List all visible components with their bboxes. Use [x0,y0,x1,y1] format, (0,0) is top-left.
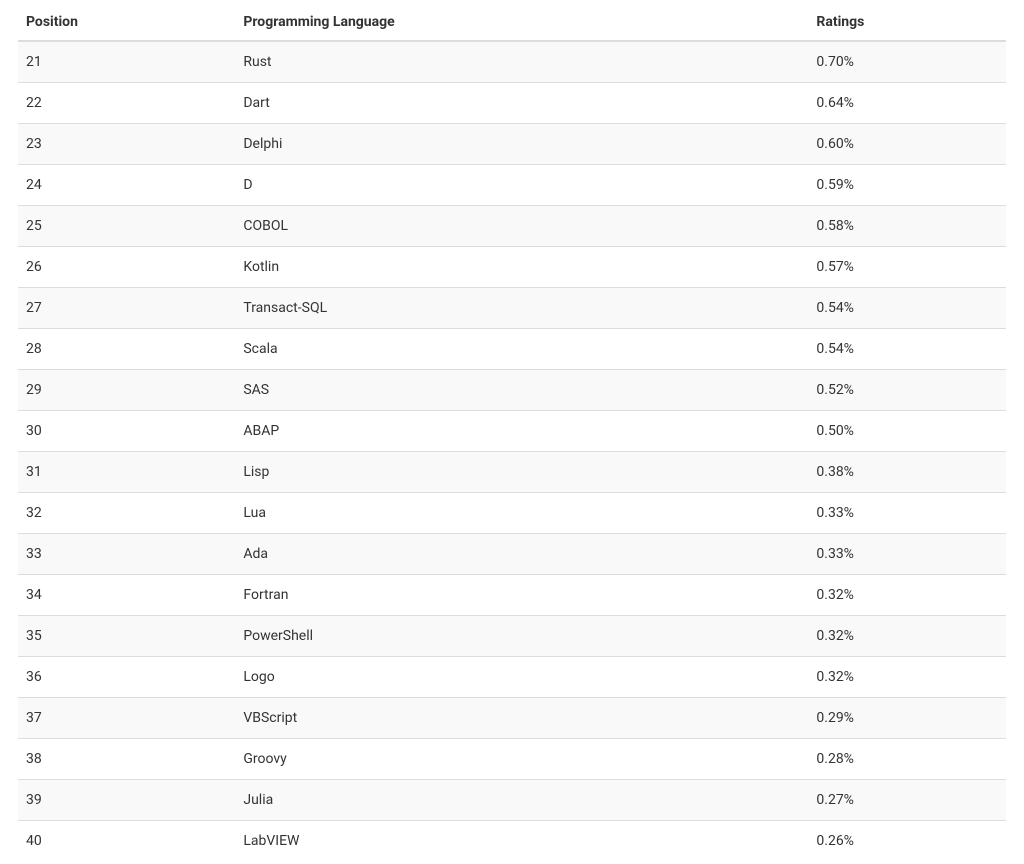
cell-language: Lisp [235,452,808,493]
cell-position: 38 [18,739,235,780]
table-row: 40LabVIEW0.26% [18,821,1006,862]
language-rankings-table-container: Position Programming Language Ratings 21… [0,0,1024,861]
cell-language: Julia [235,780,808,821]
table-row: 31Lisp0.38% [18,452,1006,493]
cell-language: PowerShell [235,616,808,657]
cell-position: 39 [18,780,235,821]
table-row: 38Groovy0.28% [18,739,1006,780]
cell-position: 30 [18,411,235,452]
cell-ratings: 0.38% [808,452,1006,493]
cell-ratings: 0.33% [808,534,1006,575]
cell-ratings: 0.59% [808,165,1006,206]
table-row: 21Rust0.70% [18,41,1006,83]
table-row: 30ABAP0.50% [18,411,1006,452]
cell-language: VBScript [235,698,808,739]
header-ratings: Ratings [808,4,1006,41]
cell-position: 28 [18,329,235,370]
cell-ratings: 0.54% [808,329,1006,370]
cell-position: 24 [18,165,235,206]
cell-language: Transact-SQL [235,288,808,329]
cell-ratings: 0.27% [808,780,1006,821]
cell-ratings: 0.33% [808,493,1006,534]
language-rankings-table: Position Programming Language Ratings 21… [18,4,1006,861]
cell-ratings: 0.57% [808,247,1006,288]
cell-position: 23 [18,124,235,165]
table-body: 21Rust0.70%22Dart0.64%23Delphi0.60%24D0.… [18,41,1006,861]
cell-ratings: 0.32% [808,616,1006,657]
cell-ratings: 0.70% [808,41,1006,83]
table-row: 36Logo0.32% [18,657,1006,698]
cell-position: 34 [18,575,235,616]
table-row: 32Lua0.33% [18,493,1006,534]
cell-ratings: 0.50% [808,411,1006,452]
cell-position: 22 [18,83,235,124]
cell-position: 25 [18,206,235,247]
cell-ratings: 0.52% [808,370,1006,411]
cell-ratings: 0.54% [808,288,1006,329]
cell-position: 21 [18,41,235,83]
cell-ratings: 0.58% [808,206,1006,247]
cell-position: 31 [18,452,235,493]
cell-language: D [235,165,808,206]
cell-language: Groovy [235,739,808,780]
cell-position: 26 [18,247,235,288]
table-row: 26Kotlin0.57% [18,247,1006,288]
cell-language: Logo [235,657,808,698]
cell-position: 35 [18,616,235,657]
table-row: 24D0.59% [18,165,1006,206]
cell-language: Ada [235,534,808,575]
table-row: 22Dart0.64% [18,83,1006,124]
cell-position: 29 [18,370,235,411]
cell-position: 32 [18,493,235,534]
table-row: 33Ada0.33% [18,534,1006,575]
cell-language: Scala [235,329,808,370]
cell-ratings: 0.32% [808,575,1006,616]
table-row: 34Fortran0.32% [18,575,1006,616]
cell-ratings: 0.29% [808,698,1006,739]
cell-language: Fortran [235,575,808,616]
cell-language: ABAP [235,411,808,452]
cell-language: Delphi [235,124,808,165]
cell-language: Dart [235,83,808,124]
cell-position: 40 [18,821,235,862]
cell-ratings: 0.28% [808,739,1006,780]
table-row: 25COBOL0.58% [18,206,1006,247]
cell-language: COBOL [235,206,808,247]
table-row: 37VBScript0.29% [18,698,1006,739]
header-position: Position [18,4,235,41]
table-row: 29SAS0.52% [18,370,1006,411]
table-row: 28Scala0.54% [18,329,1006,370]
cell-language: Lua [235,493,808,534]
cell-position: 36 [18,657,235,698]
cell-language: Kotlin [235,247,808,288]
cell-ratings: 0.26% [808,821,1006,862]
cell-ratings: 0.64% [808,83,1006,124]
table-row: 23Delphi0.60% [18,124,1006,165]
table-row: 35PowerShell0.32% [18,616,1006,657]
cell-position: 37 [18,698,235,739]
cell-language: Rust [235,41,808,83]
cell-position: 27 [18,288,235,329]
table-header-row: Position Programming Language Ratings [18,4,1006,41]
cell-language: LabVIEW [235,821,808,862]
cell-position: 33 [18,534,235,575]
cell-ratings: 0.60% [808,124,1006,165]
table-row: 39Julia0.27% [18,780,1006,821]
cell-language: SAS [235,370,808,411]
cell-ratings: 0.32% [808,657,1006,698]
table-row: 27Transact-SQL0.54% [18,288,1006,329]
header-language: Programming Language [235,4,808,41]
